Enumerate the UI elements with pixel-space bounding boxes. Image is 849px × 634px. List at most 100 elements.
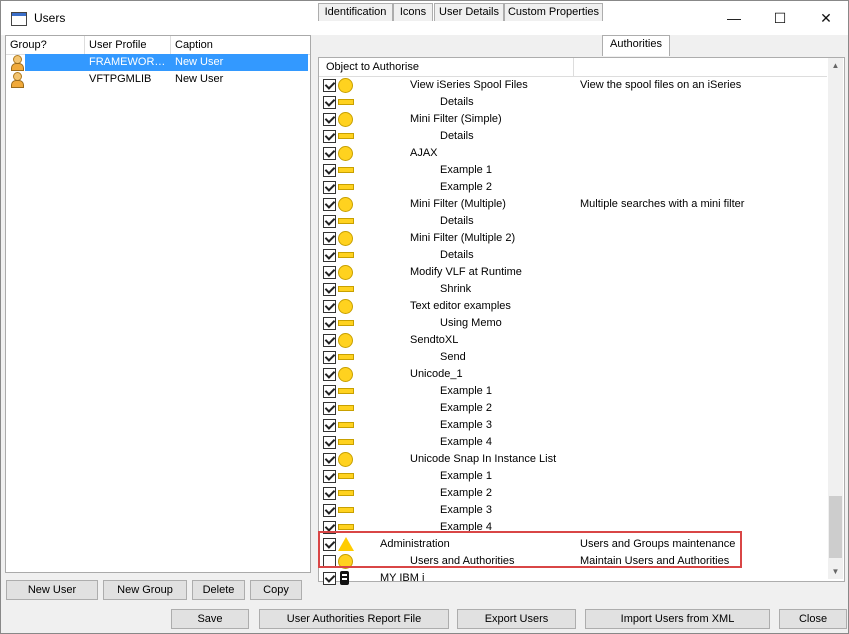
users-list[interactable]: Group? User Profile Caption FRAMEWOR… Ne…	[5, 35, 311, 573]
authority-checkbox[interactable]	[323, 351, 336, 364]
object-bar-icon	[338, 163, 354, 177]
user-row[interactable]: FRAMEWOR… New User	[6, 54, 308, 71]
authority-row[interactable]: Example 2	[319, 485, 827, 502]
authority-row[interactable]: Mini Filter (Multiple) Multiple searches …	[319, 196, 827, 213]
copy-button[interactable]: Copy	[250, 580, 302, 600]
authority-checkbox[interactable]	[323, 113, 336, 126]
scroll-down-icon[interactable]: ▼	[828, 564, 843, 579]
object-circle-icon	[338, 146, 353, 161]
authority-checkbox[interactable]	[323, 79, 336, 92]
authority-checkbox[interactable]	[323, 96, 336, 109]
delete-button[interactable]: Delete	[192, 580, 245, 600]
save-button[interactable]: Save	[171, 609, 249, 629]
column-user-profile[interactable]: User Profile	[89, 39, 146, 51]
authority-checkbox[interactable]	[323, 249, 336, 262]
users-list-header: Group? User Profile Caption	[6, 36, 310, 55]
maximize-button[interactable]: ☐	[757, 1, 803, 35]
authority-checkbox[interactable]	[323, 470, 336, 483]
authority-label: Example 2	[440, 181, 492, 193]
authority-checkbox[interactable]	[323, 419, 336, 432]
authority-row[interactable]: Example 1	[319, 162, 827, 179]
column-caption[interactable]: Caption	[175, 39, 213, 51]
authority-row[interactable]: Details	[319, 247, 827, 264]
authorities-header: Object to Authorise	[319, 58, 827, 77]
object-circle-icon	[338, 78, 353, 93]
authority-row[interactable]: Details	[319, 128, 827, 145]
tab-identification[interactable]: Identification	[318, 3, 393, 21]
authority-label: Mini Filter (Multiple 2)	[410, 232, 516, 244]
authority-checkbox[interactable]	[323, 453, 336, 466]
object-bar-icon	[338, 180, 354, 194]
authority-checkbox[interactable]	[323, 572, 336, 585]
authority-row[interactable]: Example 1	[319, 468, 827, 485]
authority-row[interactable]: SendtoXL	[319, 332, 827, 349]
authority-checkbox[interactable]	[323, 504, 336, 517]
new-group-button[interactable]: New Group	[103, 580, 187, 600]
authority-row[interactable]: Example 2	[319, 400, 827, 417]
authority-checkbox[interactable]	[323, 402, 336, 415]
import-users-button[interactable]: Import Users from XML	[585, 609, 770, 629]
user-row[interactable]: VFTPGMLIB New User	[6, 71, 308, 88]
authority-row[interactable]: Mini Filter (Multiple 2)	[319, 230, 827, 247]
authority-row[interactable]: Example 3	[319, 417, 827, 434]
export-users-button[interactable]: Export Users	[457, 609, 576, 629]
authority-row[interactable]: AJAX	[319, 145, 827, 162]
object-bar-icon	[338, 418, 354, 432]
scroll-thumb[interactable]	[829, 496, 842, 558]
window-title: Users	[34, 11, 66, 25]
scroll-up-icon[interactable]: ▲	[828, 58, 843, 73]
authority-row[interactable]: Shrink	[319, 281, 827, 298]
authority-label: Example 1	[440, 164, 492, 176]
authority-label: Example 2	[440, 402, 492, 414]
new-user-button[interactable]: New User	[6, 580, 98, 600]
authority-checkbox[interactable]	[323, 232, 336, 245]
authority-row[interactable]: Using Memo	[319, 315, 827, 332]
authority-row[interactable]: Send	[319, 349, 827, 366]
authority-row[interactable]: Unicode Snap In Instance List	[319, 451, 827, 468]
column-object-to-authorise[interactable]: Object to Authorise	[326, 61, 419, 73]
authority-checkbox[interactable]	[323, 266, 336, 279]
tab-authorities[interactable]: Authorities	[602, 35, 670, 56]
authority-checkbox[interactable]	[323, 215, 336, 228]
user-icon	[10, 55, 24, 71]
authority-row[interactable]: Modify VLF at Runtime	[319, 264, 827, 281]
authority-checkbox[interactable]	[323, 317, 336, 330]
object-bar-icon	[338, 401, 354, 415]
authority-row[interactable]: Details	[319, 94, 827, 111]
authority-checkbox[interactable]	[323, 487, 336, 500]
column-group[interactable]: Group?	[10, 39, 47, 51]
authority-checkbox[interactable]	[323, 164, 336, 177]
authority-checkbox[interactable]	[323, 385, 336, 398]
authority-checkbox[interactable]	[323, 130, 336, 143]
authority-row[interactable]: Unicode_1	[319, 366, 827, 383]
report-file-button[interactable]: User Authorities Report File	[259, 609, 449, 629]
tab-icons[interactable]: Icons	[393, 3, 433, 21]
authority-row[interactable]: Example 3	[319, 502, 827, 519]
authority-checkbox[interactable]	[323, 147, 336, 160]
authority-checkbox[interactable]	[323, 368, 336, 381]
authority-description: View the spool files on an iSeries	[580, 79, 742, 91]
close-window-button[interactable]: ✕	[803, 1, 849, 35]
authority-checkbox[interactable]	[323, 198, 336, 211]
object-circle-icon	[338, 367, 353, 382]
close-button[interactable]: Close	[779, 609, 847, 629]
minimize-button[interactable]: —	[711, 1, 757, 35]
authority-row[interactable]: Mini Filter (Simple)	[319, 111, 827, 128]
authority-checkbox[interactable]	[323, 436, 336, 449]
tab-user-details[interactable]: User Details	[434, 3, 504, 21]
authority-row[interactable]: Example 4	[319, 434, 827, 451]
authority-checkbox[interactable]	[323, 300, 336, 313]
authority-row[interactable]: Text editor examples	[319, 298, 827, 315]
vertical-scrollbar[interactable]: ▲ ▼	[828, 58, 843, 579]
authority-checkbox[interactable]	[323, 334, 336, 347]
authority-checkbox[interactable]	[323, 181, 336, 194]
tab-custom-properties[interactable]: Custom Properties	[504, 3, 603, 21]
authority-checkbox[interactable]	[323, 283, 336, 296]
authority-row[interactable]: MY IBM i	[319, 570, 827, 587]
authority-row[interactable]: Example 2	[319, 179, 827, 196]
authorities-tree[interactable]: Object to Authorise View iSeries Spool F…	[318, 57, 845, 585]
authority-label: View iSeries Spool Files	[410, 79, 528, 91]
authority-row[interactable]: Details	[319, 213, 827, 230]
authority-row[interactable]: Example 1	[319, 383, 827, 400]
authority-row[interactable]: View iSeries Spool Files View the spool f…	[319, 77, 827, 94]
